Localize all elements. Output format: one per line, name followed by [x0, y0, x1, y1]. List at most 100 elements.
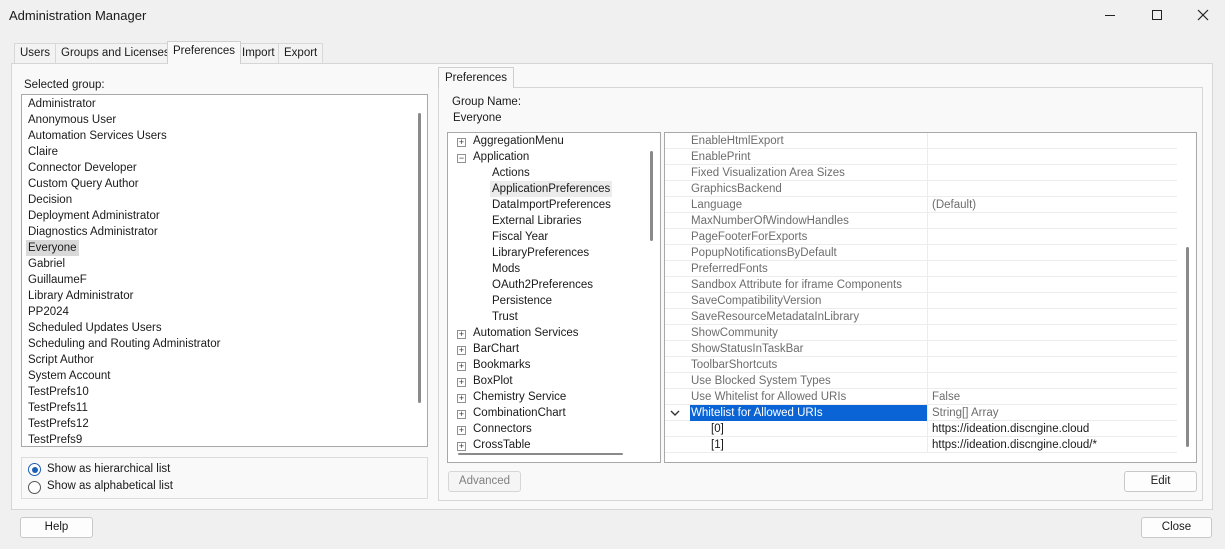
- expand-plus-icon[interactable]: +: [457, 378, 466, 387]
- group-name-value: Everyone: [453, 112, 502, 124]
- tab-users[interactable]: Users: [14, 43, 57, 63]
- property-row[interactable]: ToolbarShortcuts: [665, 357, 1177, 373]
- list-item[interactable]: TestPrefs10: [26, 384, 91, 400]
- hierarchical-radio[interactable]: [28, 463, 41, 476]
- tree-node[interactable]: BoxPlot: [473, 373, 513, 389]
- list-item[interactable]: System Account: [26, 368, 112, 384]
- property-row[interactable]: Fixed Visualization Area Sizes: [665, 165, 1177, 181]
- tree-node[interactable]: Automation Services: [473, 325, 578, 341]
- tree-node[interactable]: BarChart: [473, 341, 519, 357]
- property-row[interactable]: ShowStatusInTaskBar: [665, 341, 1177, 357]
- property-grid[interactable]: EnableHtmlExport EnablePrint Fixed Visua…: [664, 132, 1197, 463]
- close-icon: [1197, 9, 1209, 21]
- tree-vertical-scrollbar[interactable]: [650, 151, 653, 241]
- group-name-label: Group Name:: [452, 96, 522, 108]
- list-item[interactable]: Anonymous User: [26, 112, 118, 128]
- close-window-button[interactable]: [1180, 0, 1225, 30]
- tree-node[interactable]: CombinationChart: [473, 405, 566, 421]
- tab-inner-preferences[interactable]: Preferences: [438, 67, 515, 88]
- property-row[interactable]: PopupNotificationsByDefault: [665, 245, 1177, 261]
- tree-node[interactable]: OAuth2Preferences: [492, 277, 593, 293]
- group-listbox[interactable]: Administrator Anonymous User Automation …: [21, 94, 428, 447]
- chevron-down-icon[interactable]: [670, 409, 680, 417]
- list-item[interactable]: PP2024: [26, 304, 71, 320]
- help-button[interactable]: Help: [20, 517, 93, 538]
- tree-node[interactable]: Bookmarks: [473, 357, 531, 373]
- list-item[interactable]: Scheduling and Routing Administrator: [26, 336, 222, 352]
- list-item[interactable]: TestPrefs9: [26, 432, 84, 446]
- tree-node[interactable]: Persistence: [492, 293, 552, 309]
- list-item[interactable]: Custom Query Author: [26, 176, 141, 192]
- expand-plus-icon[interactable]: +: [457, 346, 466, 355]
- collapse-minus-icon[interactable]: −: [457, 154, 466, 163]
- tree-node[interactable]: Trust: [492, 309, 518, 325]
- property-row[interactable]: EnableHtmlExport: [665, 133, 1177, 149]
- tree-node[interactable]: AggregationMenu: [473, 133, 564, 149]
- property-row[interactable]: GraphicsBackend: [665, 181, 1177, 197]
- tree-node[interactable]: Connectors: [473, 421, 532, 437]
- expand-plus-icon[interactable]: +: [457, 410, 466, 419]
- property-row[interactable]: Language (Default): [665, 197, 1177, 213]
- property-row[interactable]: SaveCompatibilityVersion: [665, 293, 1177, 309]
- list-item[interactable]: Diagnostics Administrator: [26, 224, 160, 240]
- minimize-button[interactable]: [1087, 0, 1133, 30]
- tree-node[interactable]: Actions: [492, 165, 530, 181]
- expand-plus-icon[interactable]: +: [457, 330, 466, 339]
- list-item[interactable]: Scheduled Updates Users: [26, 320, 164, 336]
- property-row[interactable]: Use Whitelist for Allowed URIs False: [665, 389, 1177, 405]
- property-row[interactable]: Sandbox Attribute for iframe Components: [665, 277, 1177, 293]
- list-item[interactable]: Script Author: [26, 352, 96, 368]
- alphabetical-radio[interactable]: [28, 481, 41, 494]
- property-row[interactable]: Use Blocked System Types: [665, 373, 1177, 389]
- list-item[interactable]: Connector Developer: [26, 160, 139, 176]
- alphabetical-radio-label[interactable]: Show as alphabetical list: [47, 480, 173, 492]
- property-row[interactable]: EnablePrint: [665, 149, 1177, 165]
- tree-horizontal-scrollbar[interactable]: [458, 453, 623, 455]
- group-list-scrollbar[interactable]: [418, 113, 421, 403]
- tree-node-selected[interactable]: ApplicationPreferences: [490, 181, 613, 197]
- tab-preferences[interactable]: Preferences: [167, 41, 242, 64]
- tree-node[interactable]: DataImportPreferences: [492, 197, 611, 213]
- advanced-button[interactable]: Advanced: [448, 471, 521, 492]
- property-row-child[interactable]: [1] https://ideation.discngine.cloud/*: [665, 437, 1177, 453]
- list-item[interactable]: TestPrefs11: [26, 400, 90, 416]
- property-row[interactable]: PreferredFonts: [665, 261, 1177, 277]
- expand-plus-icon[interactable]: +: [457, 394, 466, 403]
- list-item-selected[interactable]: Everyone: [26, 240, 79, 256]
- list-item[interactable]: Library Administrator: [26, 288, 135, 304]
- tree-node[interactable]: External Libraries: [492, 213, 581, 229]
- list-item[interactable]: Automation Services Users: [26, 128, 169, 144]
- tab-groups-and-licenses[interactable]: Groups and Licenses: [55, 43, 176, 63]
- property-row-child[interactable]: [0] https://ideation.discngine.cloud: [665, 421, 1177, 437]
- hierarchical-radio-label[interactable]: Show as hierarchical list: [47, 463, 170, 475]
- property-grid-scrollbar[interactable]: [1186, 247, 1189, 447]
- tree-node[interactable]: Application: [473, 149, 529, 165]
- preference-tree[interactable]: + AggregationMenu − Application Actions …: [447, 132, 661, 463]
- edit-button[interactable]: Edit: [1124, 471, 1197, 492]
- property-row-selected[interactable]: Whitelist for Allowed URIs String[] Arra…: [665, 405, 1177, 421]
- property-row[interactable]: SaveResourceMetadataInLibrary: [665, 309, 1177, 325]
- property-row[interactable]: PageFooterForExports: [665, 229, 1177, 245]
- list-item[interactable]: Deployment Administrator: [26, 208, 162, 224]
- expand-plus-icon[interactable]: +: [457, 138, 466, 147]
- tree-node[interactable]: LibraryPreferences: [492, 245, 589, 261]
- property-row[interactable]: ShowCommunity: [665, 325, 1177, 341]
- list-item[interactable]: TestPrefs12: [26, 416, 91, 432]
- list-item[interactable]: Decision: [26, 192, 74, 208]
- list-item[interactable]: Administrator: [26, 96, 98, 112]
- close-button[interactable]: Close: [1141, 517, 1212, 538]
- property-row[interactable]: MaxNumberOfWindowHandles: [665, 213, 1177, 229]
- expand-plus-icon[interactable]: +: [457, 442, 466, 451]
- list-item[interactable]: Gabriel: [26, 256, 67, 272]
- expand-plus-icon[interactable]: +: [457, 426, 466, 435]
- expand-plus-icon[interactable]: +: [457, 362, 466, 371]
- tab-export[interactable]: Export: [278, 43, 324, 63]
- tree-node[interactable]: Chemistry Service: [473, 389, 566, 405]
- tree-node[interactable]: Fiscal Year: [492, 229, 548, 245]
- tree-node[interactable]: CrossTable: [473, 437, 531, 453]
- list-item[interactable]: GuillaumeF: [26, 272, 89, 288]
- tree-node[interactable]: Mods: [492, 261, 520, 277]
- maximize-button[interactable]: [1134, 0, 1180, 30]
- list-item[interactable]: Claire: [26, 144, 60, 160]
- tab-import[interactable]: Import: [236, 43, 281, 63]
